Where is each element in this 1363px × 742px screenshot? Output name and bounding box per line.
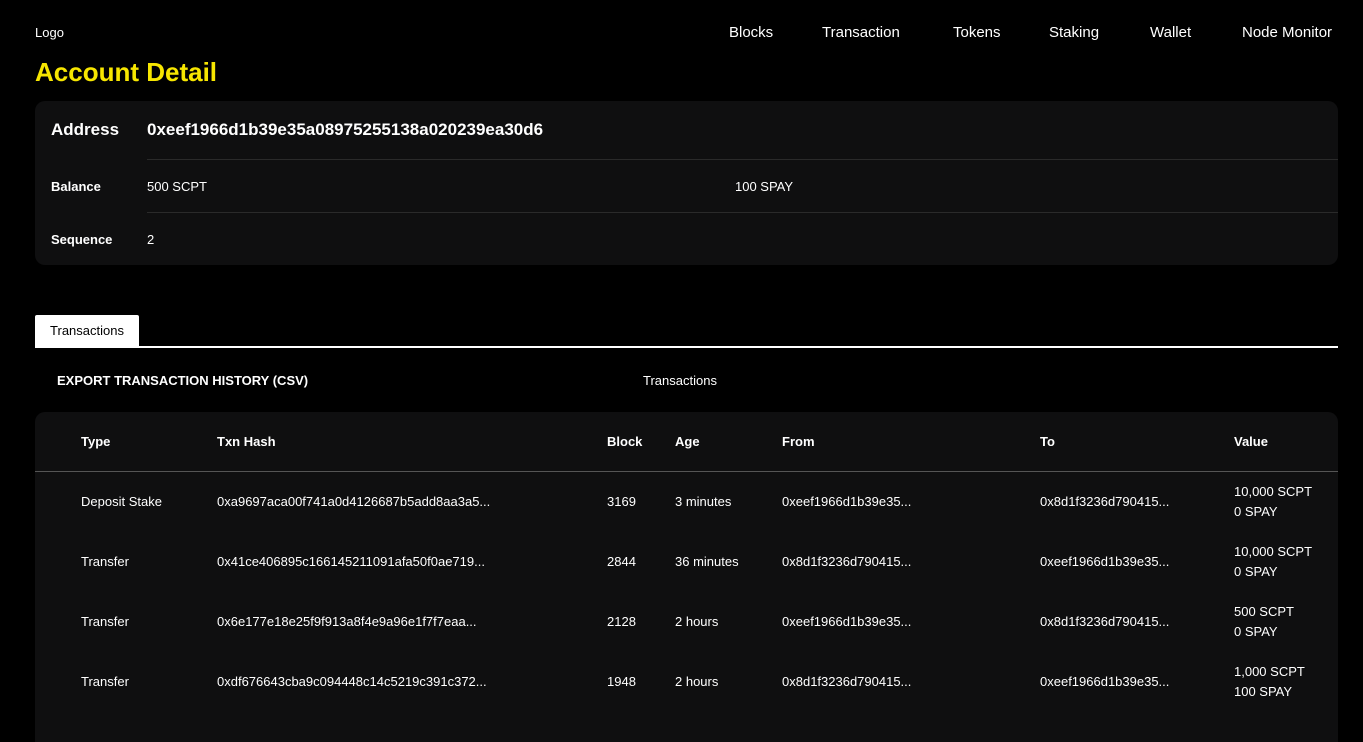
nav-wallet[interactable]: Wallet	[1150, 24, 1191, 41]
page-title: Account Detail	[35, 57, 217, 88]
txn-hash-link[interactable]: 0x41ce406895c166145211091afa50f0ae719...	[217, 554, 485, 569]
value-scpt: 10,000 SCPT	[1234, 544, 1312, 559]
from-address-link[interactable]: 0xeef1966d1b39e35...	[782, 614, 911, 629]
block-link[interactable]: 3169	[607, 494, 636, 509]
value-spay: 0 SPAY	[1234, 624, 1278, 639]
txn-type: Transfer	[81, 614, 129, 629]
nav-transaction[interactable]: Transaction	[822, 24, 900, 41]
header-divider	[35, 471, 1338, 472]
block-link[interactable]: 2128	[607, 614, 636, 629]
value-scpt: 500 SCPT	[1234, 604, 1294, 619]
col-from: From	[782, 434, 815, 449]
txn-hash-link[interactable]: 0x6e177e18e25f9f913a8f4e9a96e1f7f7eaa...	[217, 614, 477, 629]
from-address-link[interactable]: 0xeef1966d1b39e35...	[782, 494, 911, 509]
logo[interactable]: Logo	[35, 25, 64, 40]
col-block: Block	[607, 434, 642, 449]
tab-transactions[interactable]: Transactions	[35, 315, 139, 347]
address-value: 0xeef1966d1b39e35a08975255138a020239ea30…	[147, 120, 543, 140]
value-scpt: 1,000 SCPT	[1234, 664, 1305, 679]
txn-hash-link[interactable]: 0xdf676643cba9c094448c14c5219c391c372...	[217, 674, 487, 689]
txn-age: 2 hours	[675, 614, 718, 629]
col-txn-hash: Txn Hash	[217, 434, 276, 449]
txn-age: 2 hours	[675, 674, 718, 689]
sequence-label: Sequence	[51, 232, 112, 247]
nav-staking[interactable]: Staking	[1049, 24, 1099, 41]
col-value: Value	[1234, 434, 1268, 449]
address-label: Address	[51, 120, 119, 140]
block-link[interactable]: 2844	[607, 554, 636, 569]
txn-type: Deposit Stake	[81, 494, 162, 509]
value-spay: 100 SPAY	[1234, 684, 1292, 699]
col-type: Type	[81, 434, 110, 449]
txn-age: 36 minutes	[675, 554, 739, 569]
value-spay: 0 SPAY	[1234, 504, 1278, 519]
txn-type: Transfer	[81, 554, 129, 569]
col-to: To	[1040, 434, 1055, 449]
balance-label: Balance	[51, 179, 101, 194]
nav-tokens[interactable]: Tokens	[953, 24, 1001, 41]
value-scpt: 10,000 SCPT	[1234, 484, 1312, 499]
divider	[147, 159, 1338, 160]
block-link[interactable]: 1948	[607, 674, 636, 689]
from-address-link[interactable]: 0x8d1f3236d790415...	[782, 674, 911, 689]
to-address-link[interactable]: 0xeef1966d1b39e35...	[1040, 554, 1169, 569]
from-address-link[interactable]: 0x8d1f3236d790415...	[782, 554, 911, 569]
to-address-link[interactable]: 0x8d1f3236d790415...	[1040, 494, 1169, 509]
tab-underline	[35, 346, 1338, 348]
transactions-label: Transactions	[643, 373, 717, 388]
nav-blocks[interactable]: Blocks	[729, 24, 773, 41]
nav-node-monitor[interactable]: Node Monitor	[1242, 24, 1332, 41]
col-age: Age	[675, 434, 700, 449]
txn-hash-link[interactable]: 0xa9697aca00f741a0d4126687b5add8aa3a5...	[217, 494, 490, 509]
export-csv-button[interactable]: EXPORT TRANSACTION HISTORY (CSV)	[57, 373, 308, 388]
txn-type: Transfer	[81, 674, 129, 689]
to-address-link[interactable]: 0x8d1f3236d790415...	[1040, 614, 1169, 629]
txn-age: 3 minutes	[675, 494, 731, 509]
value-spay: 0 SPAY	[1234, 564, 1278, 579]
balance-spay: 100 SPAY	[735, 179, 793, 194]
divider	[147, 212, 1338, 213]
balance-scpt: 500 SCPT	[147, 179, 207, 194]
transactions-table	[35, 412, 1338, 742]
sequence-value: 2	[147, 232, 154, 247]
to-address-link[interactable]: 0xeef1966d1b39e35...	[1040, 674, 1169, 689]
